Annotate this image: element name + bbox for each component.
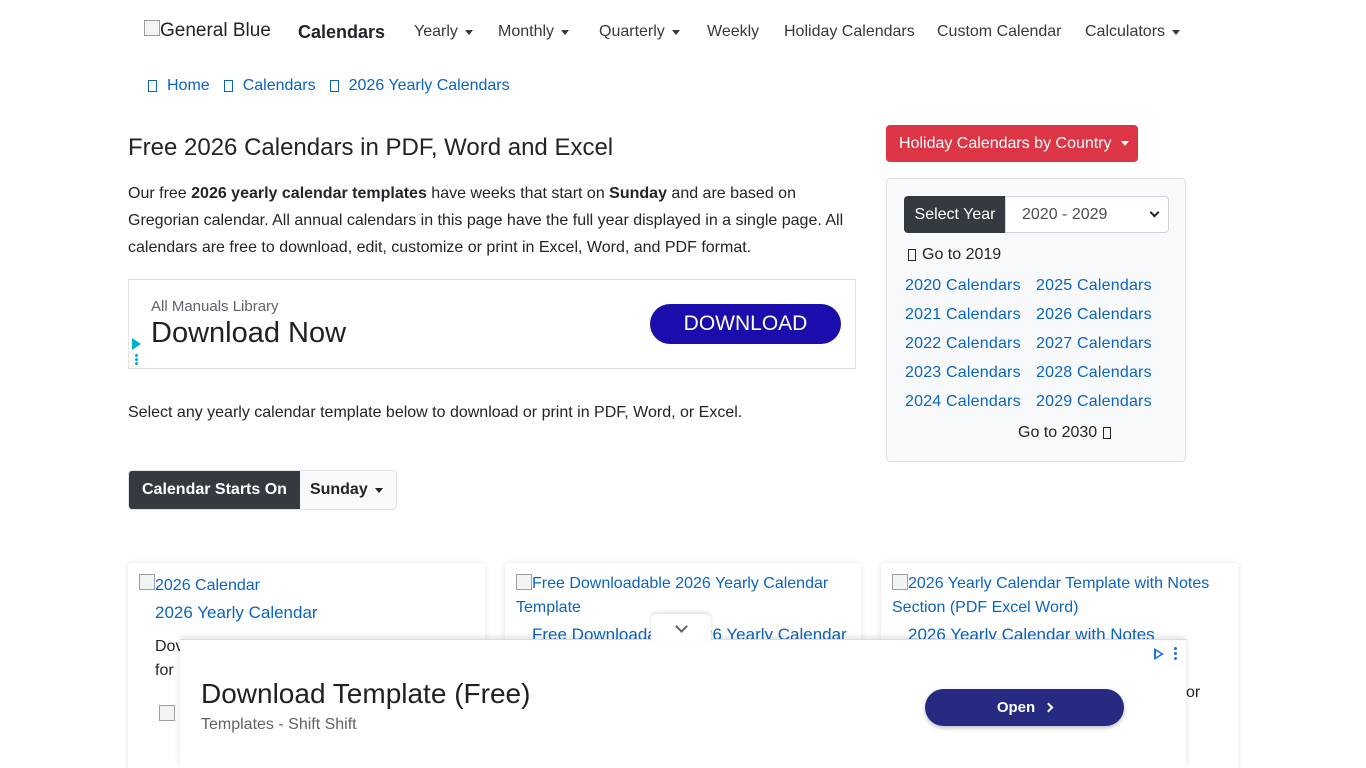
nav-holiday-calendars[interactable]: Holiday Calendars: [784, 23, 915, 41]
caret-down-icon: [671, 29, 680, 35]
adchoices-icon[interactable]: [1154, 648, 1164, 660]
go-to-next-decade[interactable]: Go to 2030: [1018, 424, 1117, 442]
year-link-2028[interactable]: 2028 Calendars: [1036, 364, 1152, 382]
bottom-ad-open-button[interactable]: Open: [925, 689, 1124, 726]
year-link-2022[interactable]: 2022 Calendars: [905, 335, 1021, 353]
brand-logo-alt: General Blue: [160, 20, 271, 41]
nav-custom-calendar-label: Custom Calendar: [937, 23, 1062, 40]
week-start-dropdown[interactable]: Sunday: [299, 471, 396, 509]
broken-image-icon: [139, 574, 155, 590]
intro-text: Our free: [128, 185, 192, 202]
thumbnail-alt-text: 2026 Yearly Calendar Template with Notes…: [892, 575, 1210, 616]
caret-down-icon: [1120, 141, 1129, 146]
thumbnail-alt-text: Free Downloadable 2026 Yearly Calendar T…: [516, 575, 829, 616]
year-link-2020[interactable]: 2020 Calendars: [905, 277, 1021, 295]
broken-image-icon: [516, 574, 532, 590]
week-start-value: Sunday: [309, 481, 368, 498]
arrow-left-icon: [908, 249, 916, 261]
holiday-calendars-by-country-button[interactable]: Holiday Calendars by Country: [886, 125, 1138, 162]
calendar-starts-on-group: Calendar Starts On Sunday: [128, 470, 397, 510]
breadcrumb-current[interactable]: 2026 Yearly Calendars: [349, 77, 510, 95]
ad-menu-icon[interactable]: [1174, 647, 1177, 662]
top-navbar: General Blue Calendars Yearly Monthly Qu…: [0, 0, 1366, 66]
page-title: Free 2026 Calendars in PDF, Word and Exc…: [128, 134, 614, 161]
broken-image-icon: [144, 20, 160, 36]
holiday-button-label: Holiday Calendars by Country: [899, 134, 1112, 152]
breadcrumb-separator-icon: [329, 80, 339, 92]
select-year-label: Select Year: [904, 196, 1006, 233]
card-title[interactable]: 2026 Yearly Calendar: [155, 603, 318, 623]
adchoices-icon[interactable]: [132, 338, 141, 350]
year-link-2024[interactable]: 2024 Calendars: [905, 393, 1021, 411]
broken-image-icon: [892, 574, 908, 590]
chevron-down-icon: [1149, 207, 1160, 218]
nav-yearly[interactable]: Yearly: [414, 23, 473, 41]
calendar-thumbnail[interactable]: 2026 Calendar: [139, 574, 469, 598]
year-link-2021[interactable]: 2021 Calendars: [905, 306, 1021, 324]
arrow-right-icon: [1103, 427, 1112, 439]
ad-menu-icon[interactable]: [135, 354, 138, 366]
year-link-2029[interactable]: 2029 Calendars: [1036, 393, 1152, 411]
nav-custom-calendar[interactable]: Custom Calendar: [937, 23, 1062, 41]
chevron-right-icon: [1043, 702, 1054, 713]
nav-holiday-calendars-label: Holiday Calendars: [784, 23, 915, 40]
breadcrumb: Home Calendars 2026 Yearly Calendars: [148, 77, 524, 95]
year-link-2026[interactable]: 2026 Calendars: [1036, 306, 1152, 324]
select-instructions: Select any yearly calendar template belo…: [128, 404, 743, 421]
year-range-select[interactable]: 2020 - 2029: [1005, 196, 1169, 233]
breadcrumb-separator-icon: [223, 80, 233, 92]
chevron-down-icon: [674, 619, 688, 633]
intro-text: have weeks that start on: [426, 185, 610, 202]
year-link-2025[interactable]: 2025 Calendars: [1036, 277, 1152, 295]
caret-down-icon: [464, 29, 473, 35]
intro-paragraph: Our free 2026 yearly calendar templates …: [128, 180, 856, 261]
nav-calculators[interactable]: Calculators: [1085, 23, 1181, 41]
ad-source: All Manuals Library: [151, 298, 279, 315]
year-link-2027[interactable]: 2027 Calendars: [1036, 335, 1152, 353]
nav-quarterly-label: Quarterly: [599, 23, 665, 40]
broken-image-icon: [159, 705, 175, 721]
brand-logo[interactable]: General Blue: [144, 20, 271, 42]
home-icon: [148, 80, 157, 92]
intro-bold-sunday: Sunday: [609, 185, 667, 202]
breadcrumb-home[interactable]: Home: [167, 77, 210, 95]
caret-down-icon: [374, 487, 383, 493]
nav-calculators-label: Calculators: [1085, 23, 1166, 40]
nav-quarterly[interactable]: Quarterly: [599, 23, 680, 41]
intro-bold-templates: 2026 yearly calendar templates: [191, 185, 427, 202]
ad-download-button[interactable]: DOWNLOAD: [650, 304, 841, 344]
year-selector-card: Select Year 2020 - 2029 Go to 2019 2020 …: [886, 178, 1186, 462]
go-prev-label: Go to 2019: [922, 246, 1002, 263]
bottom-anchor-ad[interactable]: Download Template (Free) Templates - Shi…: [180, 639, 1186, 768]
ad-headline[interactable]: Download Now: [151, 317, 346, 350]
top-ad-banner[interactable]: All Manuals Library Download Now DOWNLOA…: [128, 279, 856, 369]
nav-yearly-label: Yearly: [414, 23, 458, 40]
thumbnail-alt-text: 2026 Calendar: [155, 577, 260, 594]
nav-weekly[interactable]: Weekly: [707, 23, 759, 41]
go-to-previous-decade[interactable]: Go to 2019: [908, 246, 1001, 264]
collapse-ad-button[interactable]: [651, 614, 711, 642]
caret-down-icon: [561, 29, 570, 35]
nav-monthly[interactable]: Monthly: [498, 23, 570, 41]
bottom-ad-advertiser: Templates - Shift Shift: [201, 716, 357, 733]
go-next-label: Go to 2030: [1018, 424, 1098, 441]
breadcrumb-calendars[interactable]: Calendars: [243, 77, 316, 95]
caret-down-icon: [1172, 29, 1181, 35]
calendar-starts-on-label: Calendar Starts On: [129, 471, 300, 509]
calendar-thumbnail[interactable]: 2026 Yearly Calendar Template with Notes…: [892, 572, 1222, 620]
nav-weekly-label: Weekly: [707, 23, 760, 40]
year-link-2023[interactable]: 2023 Calendars: [905, 364, 1021, 382]
card-description: or: [1186, 684, 1201, 701]
year-range-value: 2020 - 2029: [1022, 205, 1108, 223]
card-description: for: [155, 662, 174, 679]
brand-name[interactable]: Calendars: [298, 22, 385, 43]
calendar-thumbnail[interactable]: Free Downloadable 2026 Yearly Calendar T…: [516, 572, 846, 620]
bottom-ad-headline[interactable]: Download Template (Free): [201, 678, 530, 710]
open-button-label: Open: [996, 699, 1036, 716]
nav-monthly-label: Monthly: [498, 23, 555, 40]
